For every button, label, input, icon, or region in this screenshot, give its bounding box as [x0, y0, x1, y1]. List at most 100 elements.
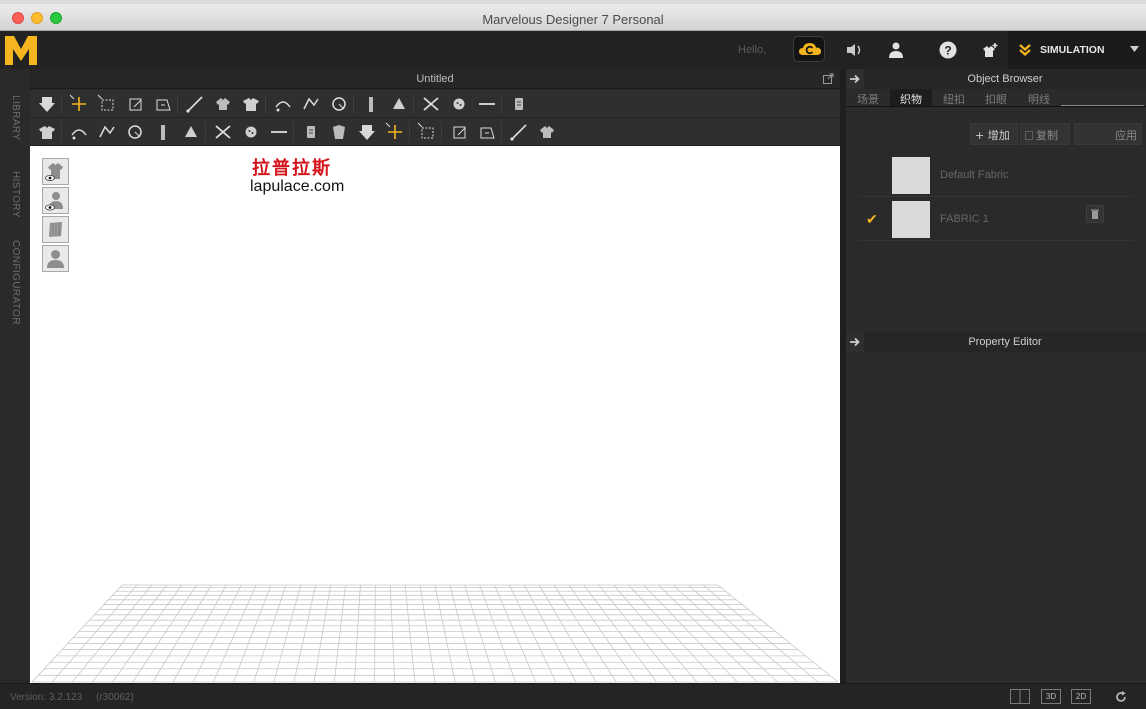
layer-tool[interactable]: [508, 121, 530, 143]
select-mesh-tool[interactable]: [68, 121, 90, 143]
polygon-icon: [186, 96, 203, 113]
segment-sewing-tool[interactable]: [300, 93, 322, 115]
apply-label: 应用: [1115, 129, 1137, 142]
edit-pattern-tool[interactable]: [124, 93, 146, 115]
puckering-tool[interactable]: [180, 121, 202, 143]
select-mesh-icon: [71, 129, 87, 140]
tab-library[interactable]: LIBRARY: [10, 95, 21, 140]
tab-history[interactable]: HISTORY: [10, 171, 21, 218]
fold-tool[interactable]: [384, 121, 406, 143]
buttonhole-tool[interactable]: [268, 121, 290, 143]
popout-icon[interactable]: [823, 73, 834, 84]
cloud-sync-icon: [799, 43, 821, 55]
zipper-tool[interactable]: [508, 93, 530, 115]
tab-fabric[interactable]: 织物: [890, 89, 932, 106]
rectangle-tool[interactable]: [212, 93, 234, 115]
refresh-icon[interactable]: [1114, 690, 1128, 704]
avatar-view-button[interactable]: [42, 245, 69, 272]
avatar-pose-tool[interactable]: [36, 121, 58, 143]
polygon-tool[interactable]: [184, 93, 206, 115]
fabric-list-item-selected[interactable]: ✔ FABRIC 1: [858, 197, 1134, 241]
strap-icon: [128, 125, 142, 139]
line-tool[interactable]: [300, 121, 322, 143]
fit-tool[interactable]: [476, 121, 498, 143]
floor-grid: [31, 584, 839, 683]
tab-buttonholes[interactable]: 扣眼: [976, 89, 1016, 106]
topstitch-tool[interactable]: [420, 93, 442, 115]
split-view-button[interactable]: [1010, 689, 1030, 704]
toolbar-separator: [501, 94, 502, 114]
tab-topstitch[interactable]: 明线: [1019, 89, 1059, 106]
edit-curvature-tool[interactable]: [152, 93, 174, 115]
tab-buttons[interactable]: 纽扣: [934, 89, 974, 106]
fabric-swatch: [892, 201, 930, 238]
transform-box-tool[interactable]: [96, 93, 118, 115]
simulation-mode-selector[interactable]: SIMULATION: [1008, 31, 1146, 69]
tab-scene[interactable]: 场景: [850, 89, 886, 106]
tab-configurator[interactable]: CONFIGURATOR: [10, 240, 21, 325]
transform-pattern-tool[interactable]: [68, 93, 90, 115]
edit-pin-tool[interactable]: [476, 93, 498, 115]
strap-tool[interactable]: [124, 121, 146, 143]
toolbar-separator: [409, 122, 410, 142]
edit-sewing-icon: [453, 98, 465, 110]
trash-icon: [1091, 209, 1099, 219]
line-measure-icon: [417, 122, 434, 139]
copy-fabric-button[interactable]: 复制: [1020, 123, 1070, 145]
speaker-icon[interactable]: [844, 40, 864, 60]
button-tool[interactable]: [240, 121, 262, 143]
toolbar-separator: [413, 94, 414, 114]
fold-pattern-icon: [275, 101, 291, 112]
fitting-icon[interactable]: [980, 40, 1000, 60]
apply-fabric-button[interactable]: 应用: [1074, 123, 1142, 145]
layer-icon: [510, 124, 527, 141]
fabric-swatch: [892, 157, 930, 194]
toolbar-separator: [61, 94, 62, 114]
toolbar-row-1: [30, 90, 840, 118]
pin-tool[interactable]: [96, 121, 118, 143]
plus-icon: +: [975, 129, 988, 142]
3d-viewport[interactable]: 拉普拉斯 lapulace.com: [30, 146, 840, 683]
left-side-tabs: LIBRARY HISTORY CONFIGURATOR: [0, 69, 30, 683]
add-fabric-button[interactable]: + 增加: [970, 123, 1018, 145]
cloud-sync-button[interactable]: [793, 36, 825, 62]
chevron-down-icon: [1130, 46, 1139, 52]
fabric-name: Default Fabric: [940, 169, 1009, 181]
delete-fabric-button[interactable]: [1086, 205, 1104, 223]
tack-icon: [369, 97, 373, 112]
arrangement-tool[interactable]: [212, 121, 234, 143]
cut-tool[interactable]: [152, 121, 174, 143]
texture-view-button[interactable]: [42, 216, 69, 243]
button-icon: [245, 126, 257, 138]
fold-pattern-tool[interactable]: [272, 93, 294, 115]
free-sewing-tool[interactable]: [328, 93, 350, 115]
collapse-object-browser-button[interactable]: [846, 69, 864, 89]
collapse-property-editor-button[interactable]: [846, 332, 864, 352]
user-icon[interactable]: [886, 40, 906, 60]
view-2d-button[interactable]: 2D: [1071, 689, 1091, 704]
simulate-icon: [39, 97, 55, 112]
view-3d-button[interactable]: 3D: [1041, 689, 1061, 704]
show-garment-button[interactable]: [42, 158, 69, 185]
fold-icon: [385, 122, 402, 139]
show-avatar-button[interactable]: [42, 187, 69, 214]
garment-fit-icon: [540, 126, 554, 138]
edit-sewing-tool[interactable]: [448, 93, 470, 115]
fold-arrangement-tool[interactable]: [388, 93, 410, 115]
toolbar-separator: [177, 94, 178, 114]
line-measure-tool[interactable]: [416, 121, 438, 143]
shrink-tool[interactable]: [448, 121, 470, 143]
simulate-tool[interactable]: [36, 93, 58, 115]
select-trim-tool[interactable]: [328, 121, 350, 143]
internal-polygon-icon: [243, 98, 259, 111]
garment-fit-tool[interactable]: [536, 121, 558, 143]
internal-polygon-tool[interactable]: [240, 93, 262, 115]
marvelous-logo-icon: [5, 36, 37, 65]
zipper-icon: [515, 98, 523, 110]
tack-tool[interactable]: [360, 93, 382, 115]
help-icon[interactable]: ?: [938, 40, 958, 60]
measure-tool[interactable]: [356, 121, 378, 143]
puckering-icon: [185, 126, 197, 137]
property-editor-title: Property Editor: [968, 336, 1042, 348]
fabric-list-item[interactable]: Default Fabric: [858, 153, 1134, 197]
